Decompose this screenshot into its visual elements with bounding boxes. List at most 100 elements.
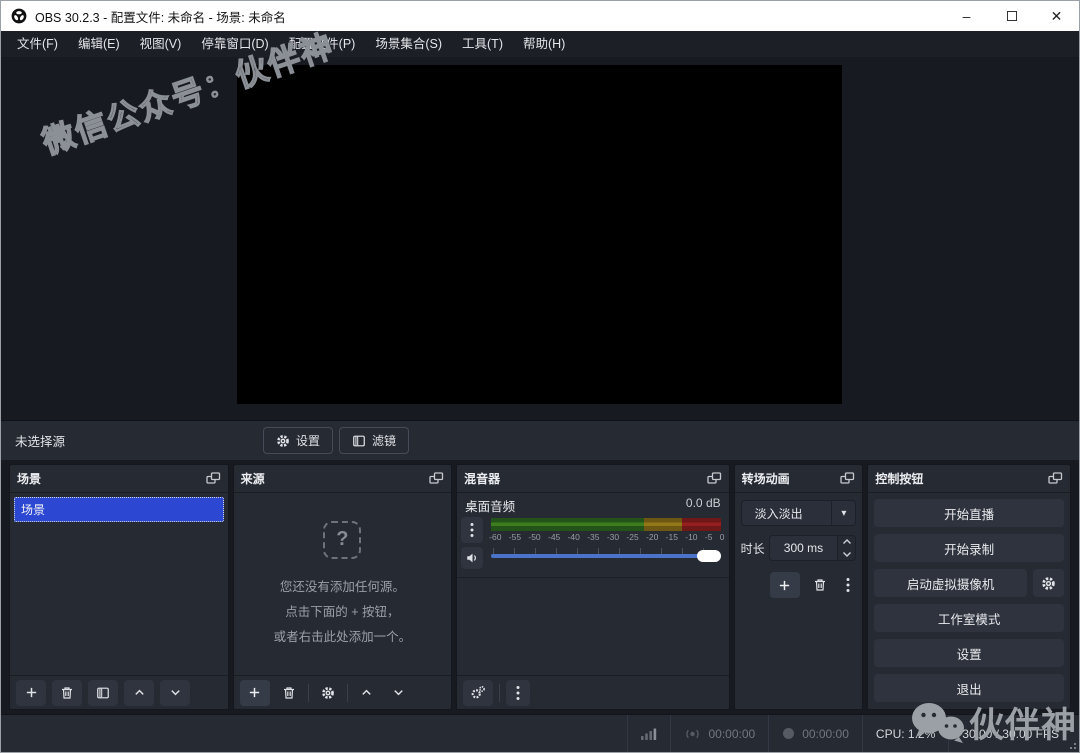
scenes-dock-title: 场景 bbox=[17, 470, 41, 487]
sources-dock-header: 来源 bbox=[234, 465, 452, 493]
mixer-menu-button[interactable] bbox=[506, 680, 530, 706]
add-scene-button[interactable] bbox=[16, 680, 46, 706]
mixer-body: 桌面音频 0.0 dB -60-55-50-45-40-35-30-25-20-… bbox=[457, 493, 728, 675]
cpu-usage: CPU: 1.2% bbox=[862, 715, 948, 752]
remove-source-button[interactable] bbox=[276, 680, 302, 706]
question-icon: ? bbox=[323, 521, 361, 559]
filters-icon bbox=[352, 434, 366, 448]
meter-green-segment bbox=[491, 518, 644, 531]
mixer-dock: 混音器 桌面音频 0.0 dB bbox=[456, 464, 729, 710]
stream-timer: 00:00:00 bbox=[670, 715, 768, 752]
mute-toggle-button[interactable] bbox=[461, 547, 483, 569]
add-transition-button[interactable] bbox=[770, 572, 800, 598]
source-down-button[interactable] bbox=[386, 680, 412, 706]
advanced-audio-button[interactable] bbox=[463, 680, 493, 706]
menu-view[interactable]: 视图(V) bbox=[130, 31, 192, 57]
sources-dock: 来源 ? 您还没有添加任何源。 点击下面的 + 按钮， 或者右击此处添加一个。 bbox=[233, 464, 453, 710]
volume-slider[interactable] bbox=[491, 545, 720, 567]
scene-up-button[interactable] bbox=[124, 680, 154, 706]
popout-icon[interactable] bbox=[840, 472, 855, 485]
mixer-toolbar bbox=[457, 675, 728, 709]
settings-label: 设置 bbox=[296, 432, 320, 449]
duration-input[interactable]: 300 ms bbox=[769, 535, 839, 561]
empty-text-line: 您还没有添加任何源。 bbox=[280, 577, 405, 598]
signal-bars-icon bbox=[641, 727, 657, 740]
menu-scene-collection[interactable]: 场景集合(S) bbox=[365, 31, 452, 57]
stream-time: 00:00:00 bbox=[708, 727, 755, 741]
duration-label: 时长 bbox=[741, 540, 769, 557]
controls-dock-header: 控制按钮 bbox=[868, 465, 1070, 493]
remove-transition-button[interactable] bbox=[809, 572, 831, 598]
studio-mode-button[interactable]: 工作室模式 bbox=[874, 604, 1064, 632]
source-properties-button[interactable]: 设置 bbox=[263, 427, 333, 454]
channel-divider bbox=[457, 577, 728, 578]
minimize-button[interactable]: – bbox=[944, 1, 989, 31]
scenes-dock-header: 场景 bbox=[10, 465, 228, 493]
scenes-dock: 场景 场景 bbox=[9, 464, 229, 710]
network-status bbox=[627, 715, 670, 752]
fps-indicator: 30.00 / 30.00 FPS bbox=[948, 715, 1079, 752]
sources-empty-state: ? 您还没有添加任何源。 点击下面的 + 按钮， 或者右击此处添加一个。 bbox=[234, 493, 452, 675]
exit-button[interactable]: 退出 bbox=[874, 674, 1064, 702]
statusbar: 00:00:00 00:00:00 CPU: 1.2% 30.00 / 30.0… bbox=[1, 714, 1079, 752]
popout-icon[interactable] bbox=[206, 472, 221, 485]
meter-yellow-segment bbox=[644, 518, 682, 531]
popout-icon[interactable] bbox=[707, 472, 722, 485]
source-properties-icon-button[interactable] bbox=[315, 680, 341, 706]
maximize-button[interactable] bbox=[989, 1, 1034, 31]
start-virtual-camera-button[interactable]: 启动虚拟摄像机 bbox=[874, 569, 1027, 597]
slider-handle[interactable] bbox=[697, 550, 721, 562]
step-down-button[interactable] bbox=[838, 548, 855, 560]
menu-profile[interactable]: 配置文件(P) bbox=[279, 31, 366, 57]
obs-window: OBS 30.2.3 - 配置文件: 未命名 - 场景: 未命名 – ✕ 文件(… bbox=[0, 0, 1080, 753]
close-button[interactable]: ✕ bbox=[1034, 1, 1079, 31]
slider-track bbox=[491, 554, 720, 558]
menu-tools[interactable]: 工具(T) bbox=[452, 31, 513, 57]
channel-menu-button[interactable] bbox=[461, 517, 483, 543]
filters-label: 滤镜 bbox=[372, 432, 396, 449]
source-up-button[interactable] bbox=[354, 680, 380, 706]
gear-icon bbox=[276, 434, 290, 448]
record-time: 00:00:00 bbox=[802, 727, 849, 741]
virtual-camera-settings-button[interactable] bbox=[1033, 569, 1064, 597]
titlebar: OBS 30.2.3 - 配置文件: 未命名 - 场景: 未命名 – ✕ bbox=[1, 1, 1079, 31]
source-toolbar: 未选择源 设置 滤镜 bbox=[1, 420, 1079, 460]
transitions-dock-title: 转场动画 bbox=[742, 470, 790, 487]
source-filters-button[interactable]: 滤镜 bbox=[339, 427, 409, 454]
db-scale: -60-55-50-45-40-35-30-25-20-15-10-50 bbox=[489, 532, 724, 542]
step-up-button[interactable] bbox=[838, 536, 855, 548]
start-streaming-button[interactable]: 开始直播 bbox=[874, 499, 1064, 527]
popout-icon[interactable] bbox=[1048, 472, 1063, 485]
menu-file[interactable]: 文件(F) bbox=[7, 31, 68, 57]
mixer-dock-title: 混音器 bbox=[464, 470, 500, 487]
controls-dock: 控制按钮 开始直播 开始录制 启动虚拟摄像机 工作室模式 bbox=[867, 464, 1071, 710]
transition-select[interactable]: 淡入淡出 ▾ bbox=[741, 500, 857, 526]
menu-docks[interactable]: 停靠窗口(D) bbox=[191, 31, 278, 57]
preview-canvas[interactable] bbox=[237, 65, 842, 404]
start-recording-button[interactable]: 开始录制 bbox=[874, 534, 1064, 562]
settings-button[interactable]: 设置 bbox=[874, 639, 1064, 667]
scene-filters-button[interactable] bbox=[88, 680, 118, 706]
source-list[interactable]: ? 您还没有添加任何源。 点击下面的 + 按钮， 或者右击此处添加一个。 bbox=[234, 493, 452, 675]
empty-text-line: 或者右击此处添加一个。 bbox=[274, 627, 412, 648]
menu-help[interactable]: 帮助(H) bbox=[513, 31, 575, 57]
empty-text-line: 点击下面的 + 按钮， bbox=[285, 602, 399, 623]
preview-area[interactable] bbox=[1, 57, 1079, 420]
audio-channel-name: 桌面音频 bbox=[465, 496, 515, 515]
resize-grip[interactable] bbox=[1067, 740, 1076, 749]
record-icon bbox=[782, 727, 795, 740]
popout-icon[interactable] bbox=[429, 472, 444, 485]
scene-item-selected[interactable]: 场景 bbox=[14, 497, 224, 522]
scene-list: 场景 bbox=[10, 493, 228, 675]
transition-menu-button[interactable] bbox=[840, 572, 856, 598]
scenes-toolbar bbox=[10, 675, 228, 709]
transition-selected-value: 淡入淡出 bbox=[742, 501, 832, 525]
controls-dock-title: 控制按钮 bbox=[875, 470, 923, 487]
scene-down-button[interactable] bbox=[160, 680, 190, 706]
remove-scene-button[interactable] bbox=[52, 680, 82, 706]
record-timer: 00:00:00 bbox=[768, 715, 862, 752]
no-source-label: 未选择源 bbox=[15, 431, 65, 450]
toolbar-separator bbox=[308, 684, 309, 702]
add-source-button[interactable] bbox=[240, 680, 270, 706]
menu-edit[interactable]: 编辑(E) bbox=[68, 31, 130, 57]
